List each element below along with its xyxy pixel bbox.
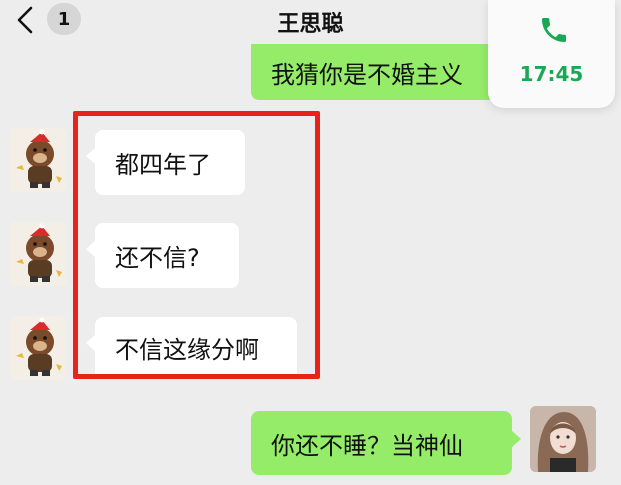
contact-avatar[interactable]: [10, 128, 66, 192]
message-text: 你还不睡？当神仙: [271, 431, 463, 460]
highlight-box: [73, 111, 320, 379]
bear-sticker-avatar: [10, 222, 66, 286]
call-duration: 17:45: [519, 62, 584, 86]
message-text: 我猜你是不婚主义: [271, 60, 463, 89]
user-photo-avatar: [530, 406, 596, 472]
bear-sticker-avatar: [10, 128, 66, 192]
contact-avatar[interactable]: [10, 222, 66, 286]
message-bubble-outgoing[interactable]: 你还不睡？当神仙: [251, 411, 512, 475]
my-avatar[interactable]: [530, 406, 596, 472]
call-status-card[interactable]: 17:45: [488, 0, 615, 108]
phone-icon: [542, 18, 566, 42]
bubble-tail: [512, 431, 521, 447]
contact-avatar[interactable]: [10, 316, 66, 380]
bear-sticker-avatar: [10, 316, 66, 380]
